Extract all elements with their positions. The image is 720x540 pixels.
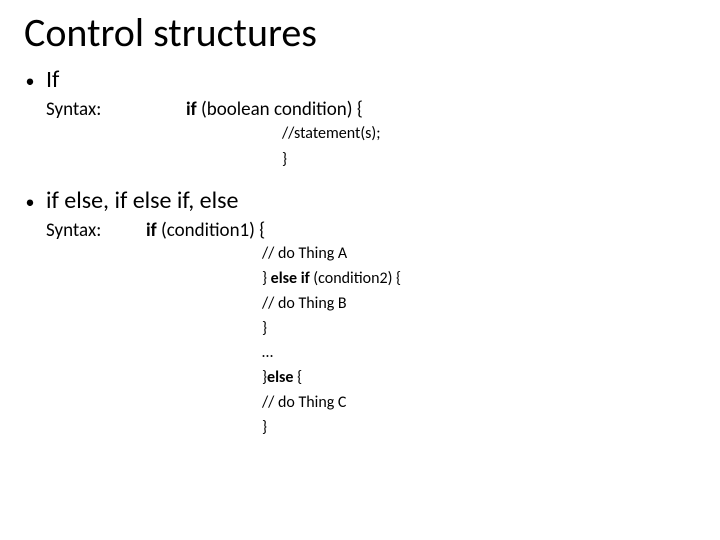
thing-a: // do Thing A <box>262 242 700 267</box>
elseif-keyword: else if <box>271 269 310 288</box>
page-title: Control structures <box>24 8 700 57</box>
if-syntax-row: Syntax: if (boolean condition) { <box>46 98 700 121</box>
if-body: //statement(s); } <box>282 121 700 172</box>
bullet-ifelse: • if else, if else if, else <box>22 186 700 215</box>
else-open-brace: { <box>293 368 302 387</box>
syntax-label: Syntax: <box>46 219 146 242</box>
bullet-if: • If <box>22 65 700 94</box>
syntax-label: Syntax: <box>46 98 186 121</box>
bullet-dot-icon: • <box>22 69 38 93</box>
elseif-close-brace: } <box>262 269 271 288</box>
ifelse-body: // do Thing A } else if (condition2) { /… <box>262 242 700 440</box>
if-line: if (boolean condition) { <box>186 98 363 121</box>
bullet-ifelse-label: if else, if else if, else <box>46 186 238 215</box>
slide: Control structures • If Syntax: if (bool… <box>0 0 720 540</box>
cond2: (condition2) { <box>310 269 401 288</box>
thing-b: // do Thing B <box>262 292 700 317</box>
if-keyword: if <box>146 219 157 242</box>
if-keyword: if <box>186 98 197 121</box>
if-close-brace: } <box>282 147 700 173</box>
thing-c: // do Thing C <box>262 391 700 416</box>
ifelse-line1: if (condition1) { <box>146 219 265 242</box>
if-statement: //statement(s); <box>282 121 700 147</box>
end-close-brace: } <box>262 416 700 441</box>
else-keyword: else <box>267 368 293 387</box>
if-condition: (boolean condition) { <box>197 98 363 121</box>
cond1: (condition1) { <box>157 219 266 242</box>
ifelse-syntax-row: Syntax: if (condition1) { <box>46 219 700 242</box>
elseif-line: } else if (condition2) { <box>262 267 700 292</box>
mid-close-brace: } <box>262 317 700 342</box>
bullet-if-label: If <box>46 65 59 94</box>
section-if: Syntax: if (boolean condition) { //state… <box>46 98 700 172</box>
ellipsis: … <box>262 341 700 366</box>
section-ifelse: Syntax: if (condition1) { // do Thing A … <box>46 219 700 440</box>
bullet-dot-icon: • <box>22 190 38 214</box>
else-line: }else { <box>262 366 700 391</box>
